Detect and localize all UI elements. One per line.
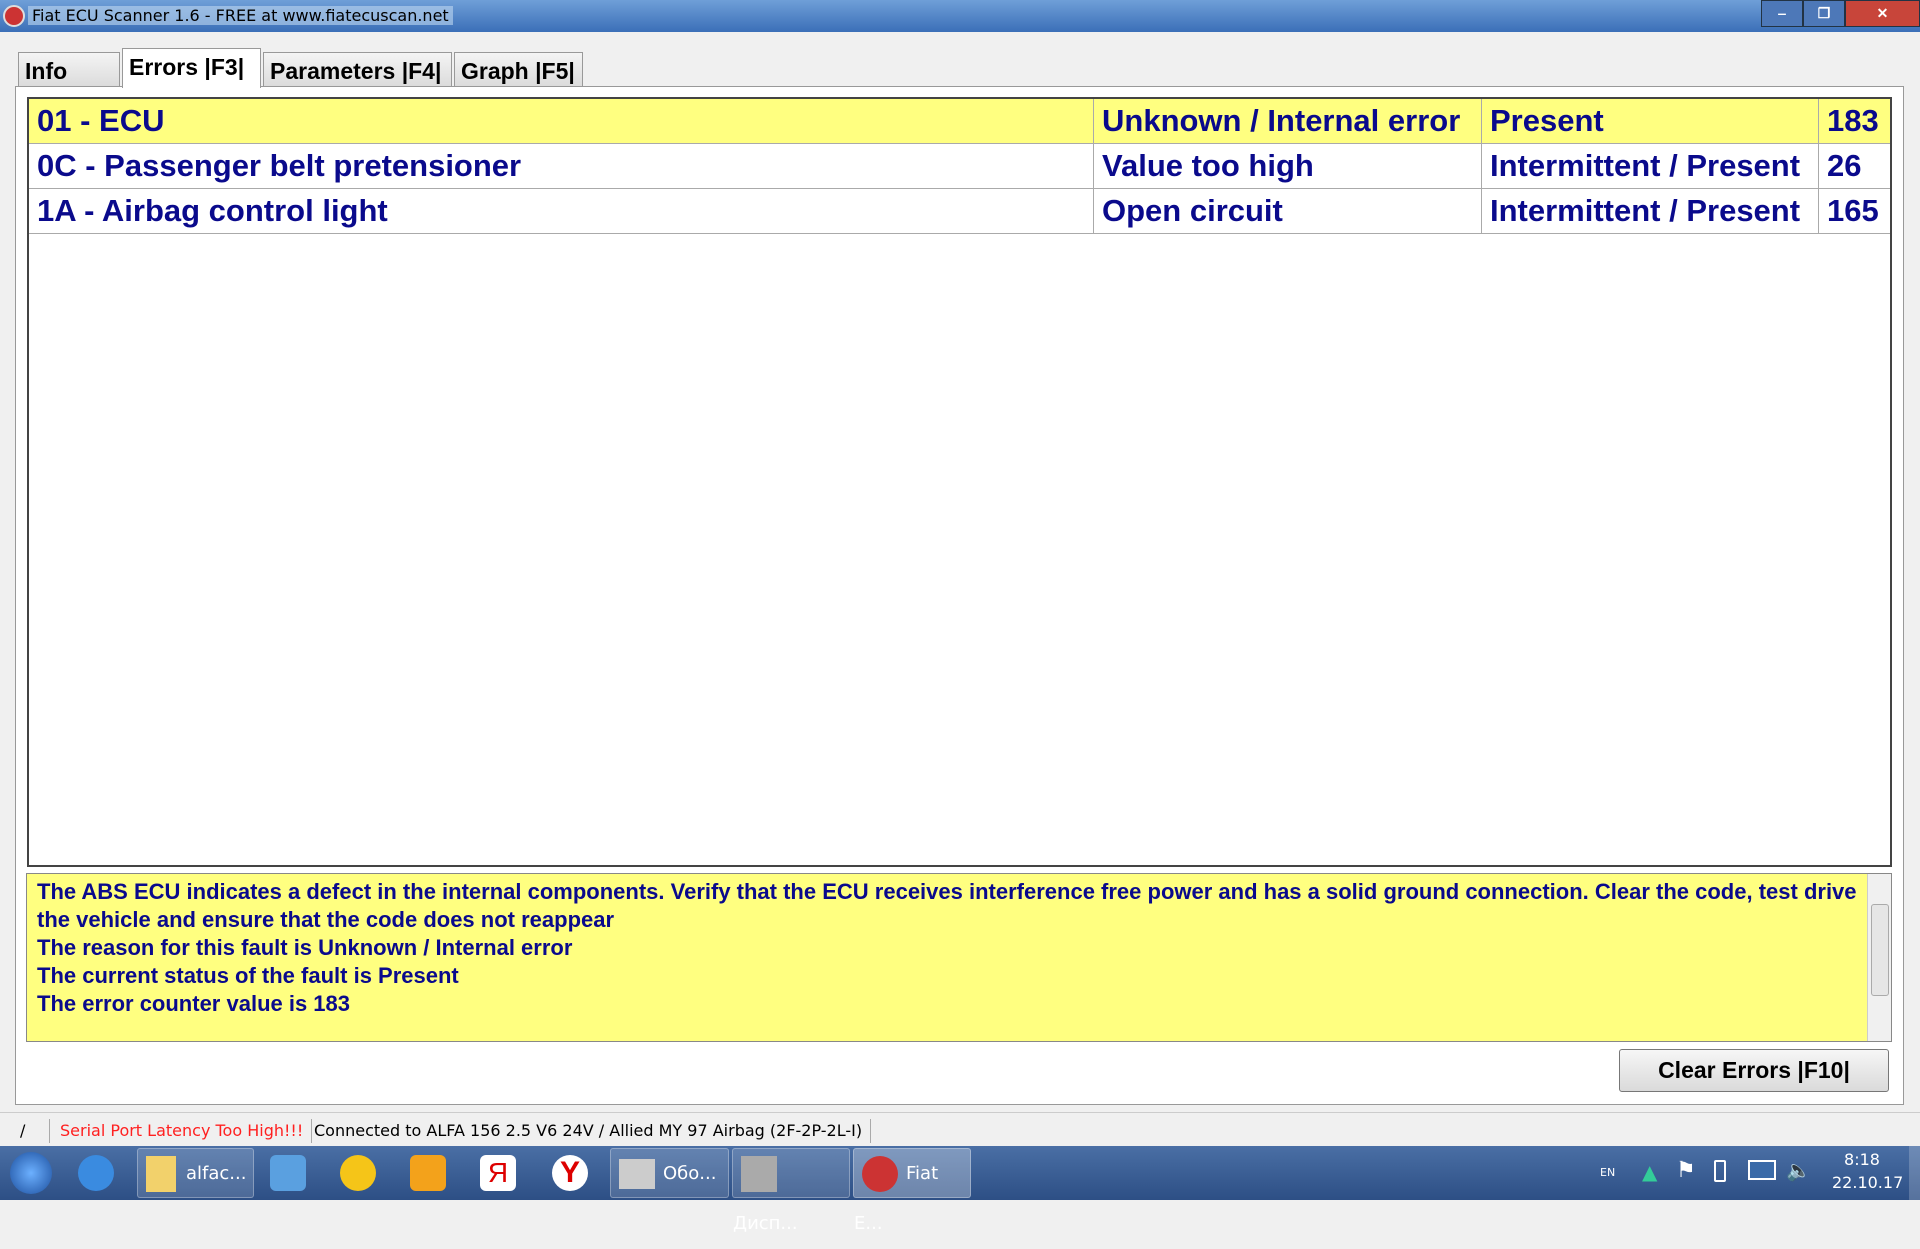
taskbar-label: Обо... [663,1163,717,1184]
error-counter: 183 [1827,103,1879,138]
window-title: Fiat ECU Scanner 1.6 - FREE at www.fiate… [28,6,453,25]
error-reason: Open circuit [1094,189,1482,233]
description-line: The current status of the fault is Prese… [37,963,459,988]
taskbar-label: alfac... [186,1163,247,1184]
description-scrollbar[interactable] [1867,874,1891,1041]
tab-errors[interactable]: Errors |F3| [122,48,261,88]
minimize-button[interactable]: ‒ [1761,0,1803,27]
taskbar-explorer[interactable]: alfac... [137,1148,254,1198]
taskbar-device-manager[interactable]: Дисп... [732,1148,850,1234]
internet-explorer-icon[interactable] [78,1155,114,1191]
app-icon [3,5,25,27]
error-status: Intermittent / Present [1482,144,1819,188]
printer-icon [619,1159,655,1189]
error-code: 01 - ECU [29,99,1094,143]
error-code: 1A - Airbag control light [29,189,1094,233]
taskbar: alfac... Я Y Обо... Дисп... Fiat E... EN… [0,1146,1920,1234]
table-row[interactable]: 01 - ECU Unknown / Internal error Presen… [29,99,1890,144]
tab-parameters[interactable]: Parameters |F4| [263,52,452,86]
outlook-icon[interactable] [410,1155,446,1191]
start-button[interactable] [10,1152,52,1194]
table-row[interactable]: 0C - Passenger belt pretensioner Value t… [29,144,1890,189]
taskbar-fiat-ecu[interactable]: Fiat E... [853,1148,971,1234]
autodesk-icon[interactable]: ▲ [1642,1160,1657,1184]
restore-button[interactable]: ❐ [1803,0,1845,27]
volume-icon[interactable]: 🔈 [1786,1158,1811,1182]
tab-info[interactable]: Info |F2| [18,52,120,111]
close-button[interactable]: ✕ [1845,0,1920,27]
error-counter: 165 [1827,193,1879,228]
taskbar-label: Дисп... [733,1213,798,1234]
fiat-icon [862,1156,898,1192]
description-line: The error counter value is 183 [37,991,351,1016]
table-row[interactable]: 1A - Airbag control light Open circuit I… [29,189,1890,234]
tab-graph[interactable]: Graph |F5| [454,52,583,86]
error-counter: 26 [1827,148,1862,183]
battery-icon[interactable] [1714,1160,1726,1182]
language-indicator[interactable]: EN [1600,1166,1615,1179]
clear-errors-button[interactable]: Clear Errors |F10| [1619,1049,1889,1092]
show-desktop-button[interactable] [1909,1146,1920,1200]
device-manager-icon [741,1156,777,1192]
clock-time: 8:18 [1844,1150,1880,1169]
title-bar: Fiat ECU Scanner 1.6 - FREE at www.fiate… [0,0,1920,32]
status-indicator: / [12,1119,50,1143]
media-player-icon[interactable] [270,1155,306,1191]
error-code: 0C - Passenger belt pretensioner [29,144,1094,188]
taskbar-devices[interactable]: Обо... [610,1148,729,1198]
yandex-browser-icon[interactable]: Y [552,1155,588,1191]
status-bar: / Serial Port Latency Too High!!! Connec… [0,1112,1920,1146]
yandex-icon[interactable]: Я [480,1155,516,1191]
error-reason: Value too high [1094,144,1482,188]
1c-icon[interactable] [340,1155,376,1191]
description-line: The reason for this fault is Unknown / I… [37,935,573,960]
error-status: Intermittent / Present [1482,189,1819,233]
scrollbar-thumb[interactable] [1871,904,1889,996]
error-description[interactable]: The ABS ECU indicates a defect in the in… [26,873,1892,1042]
description-line: The ABS ECU indicates a defect in the in… [37,879,1857,932]
folder-icon [146,1156,176,1192]
action-center-flag-icon[interactable]: ⚑ [1676,1158,1696,1183]
status-connection: Connected to ALFA 156 2.5 V6 24V / Allie… [306,1119,872,1143]
clock[interactable]: 8:18 22.10.17 [1832,1150,1904,1192]
clock-date: 22.10.17 [1832,1173,1904,1192]
error-reason: Unknown / Internal error [1094,99,1482,143]
errors-table[interactable]: 01 - ECU Unknown / Internal error Presen… [27,97,1892,867]
network-icon[interactable] [1748,1160,1776,1180]
status-warning: Serial Port Latency Too High!!! [52,1119,313,1143]
error-status: Present [1482,99,1819,143]
